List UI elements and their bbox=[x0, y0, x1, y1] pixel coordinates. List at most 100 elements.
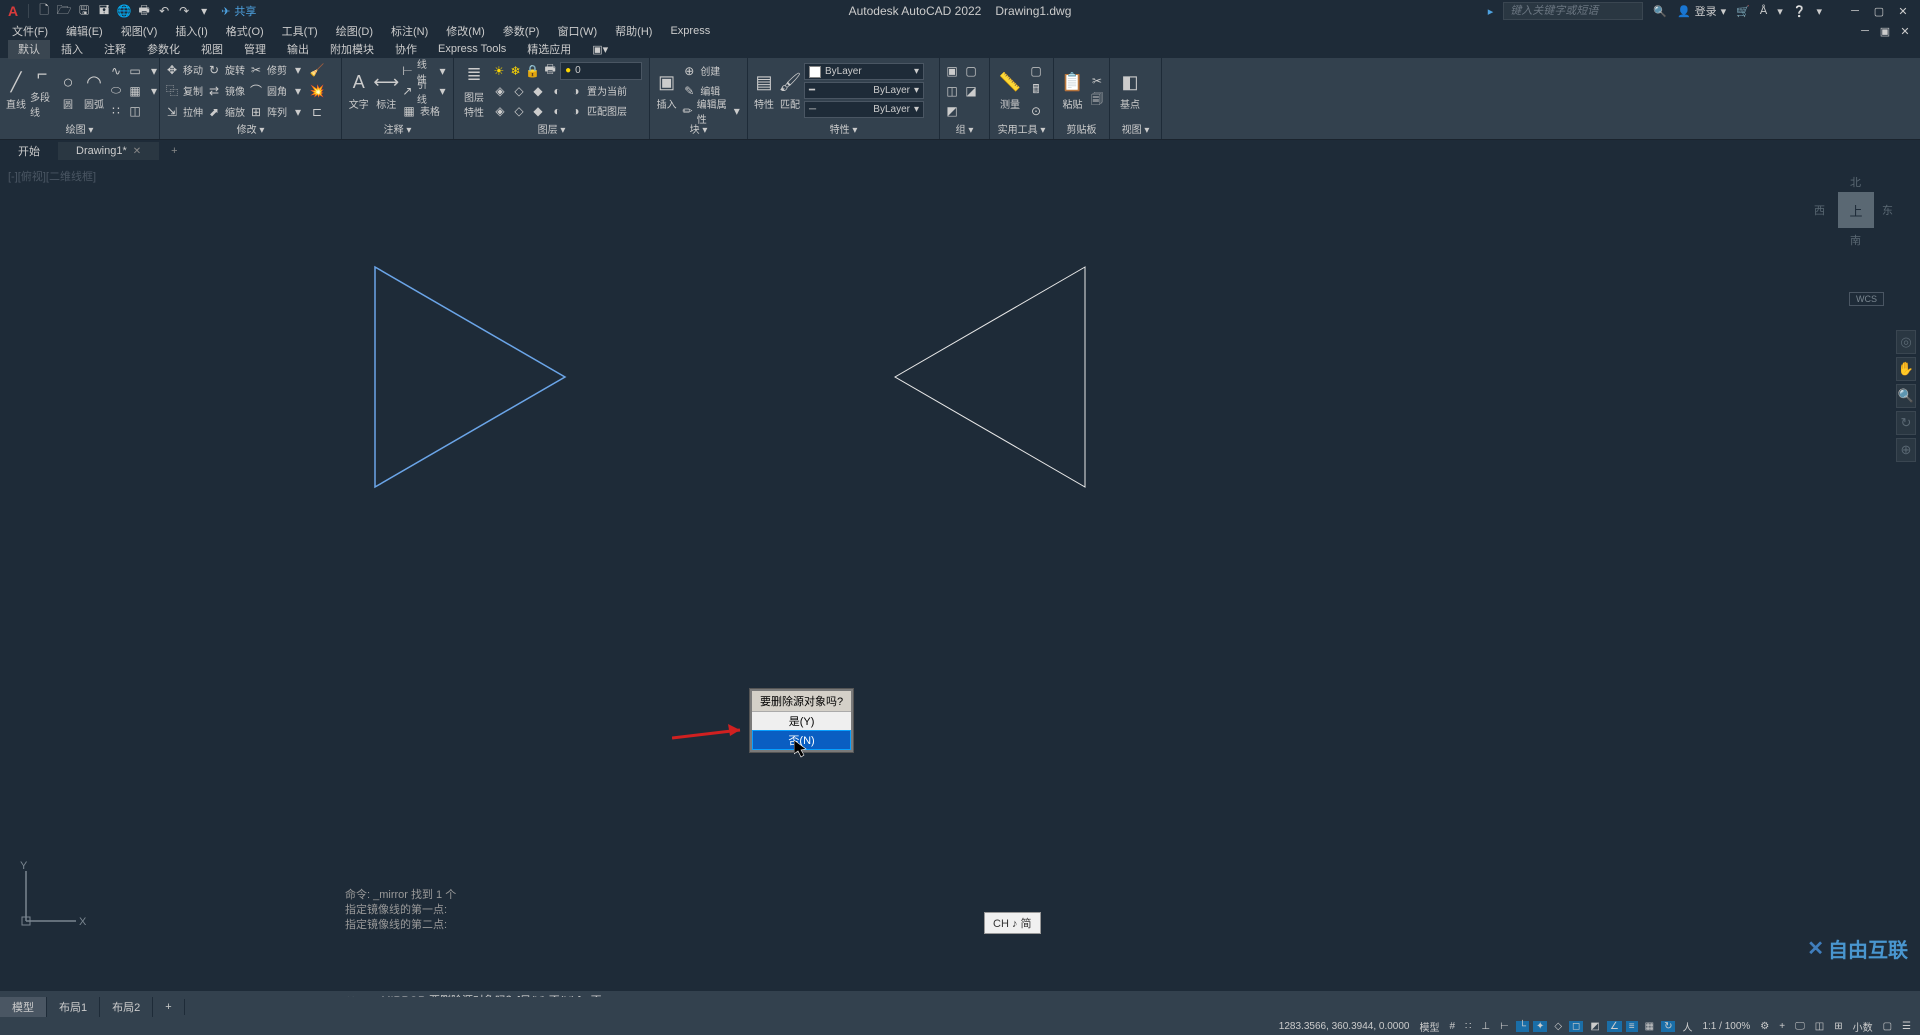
search-input[interactable]: 键入关键字或短语 bbox=[1503, 2, 1643, 20]
tab-start[interactable]: 开始 bbox=[0, 140, 58, 162]
ribbon-tab-parametric[interactable]: 参数化 bbox=[137, 39, 190, 59]
offset-icon[interactable]: ⊏ bbox=[309, 104, 325, 120]
mirror-icon[interactable]: ⇄ bbox=[206, 83, 222, 99]
nav-pan-icon[interactable]: ✋ bbox=[1896, 357, 1916, 381]
rect-icon[interactable]: ▭ bbox=[127, 63, 143, 79]
snap-icon[interactable]: ∷ bbox=[1462, 1021, 1474, 1032]
app-icon[interactable]: Å bbox=[1760, 5, 1767, 17]
sb-model[interactable]: 模型 bbox=[1416, 1019, 1442, 1034]
iso-icon[interactable]: ◇ bbox=[1551, 1021, 1565, 1032]
scale-readout[interactable]: 1:1 / 100% bbox=[1699, 1021, 1753, 1032]
layer-combo[interactable]: ●0 bbox=[560, 62, 642, 80]
dimension-button[interactable]: ⟷标注 bbox=[374, 63, 400, 119]
nav-orbit-icon[interactable]: ↻ bbox=[1896, 411, 1916, 435]
ribbon-tab-annotate[interactable]: 注释 bbox=[94, 39, 136, 59]
arc-button[interactable]: ◠圆弧 bbox=[82, 63, 106, 119]
qat-web-icon[interactable]: 🌐 bbox=[115, 2, 133, 20]
linear-icon[interactable]: ⊢ bbox=[401, 63, 414, 79]
spline-icon[interactable]: ∿ bbox=[108, 63, 124, 79]
osnap-icon[interactable]: ◻ bbox=[1569, 1021, 1583, 1032]
grid-icon[interactable]: # bbox=[1446, 1021, 1458, 1032]
measure-button[interactable]: 📏测量 bbox=[994, 63, 1026, 119]
paste-button[interactable]: 📋粘贴 bbox=[1058, 63, 1087, 119]
cart-icon[interactable]: 🛒 bbox=[1736, 5, 1750, 18]
ribbon-tab-insert[interactable]: 插入 bbox=[51, 39, 93, 59]
layer-off-icon[interactable]: ☀ bbox=[492, 63, 506, 79]
tab-drawing1[interactable]: Drawing1*✕ bbox=[58, 142, 159, 160]
linetype-combo[interactable]: ─ByLayer▾ bbox=[804, 101, 924, 118]
panel-layer-title[interactable]: 图层 ▾ bbox=[458, 121, 645, 137]
doc-close-icon[interactable]: ✕ bbox=[1896, 23, 1914, 39]
copy-icon[interactable]: ⿻ bbox=[164, 83, 180, 99]
chevron-down-icon[interactable]: ▾ bbox=[1816, 5, 1822, 18]
fillet-icon[interactable]: ⌒ bbox=[248, 83, 264, 99]
doc-restore-icon[interactable]: ▣ bbox=[1876, 23, 1894, 39]
drawing-canvas[interactable]: [-][俯视][二维线框] 北 西 东 南 上 WCS ◎ ✋ 🔍 ↻ ⊕ 要删… bbox=[0, 162, 1920, 991]
attr-icon[interactable]: ✏ bbox=[681, 103, 693, 119]
polar-icon[interactable]: ✦ bbox=[1533, 1021, 1547, 1032]
qat-dropdown-icon[interactable]: ▾ bbox=[195, 2, 213, 20]
3dosnap-icon[interactable]: ◩ bbox=[1587, 1021, 1602, 1032]
menu-draw[interactable]: 绘图(D) bbox=[336, 23, 373, 39]
panel-props-title[interactable]: 特性 ▾ bbox=[752, 121, 935, 137]
qat-saveas-icon[interactable]: 🖬 bbox=[95, 2, 113, 20]
circle-button[interactable]: ○圆 bbox=[56, 63, 80, 119]
viewcube-top[interactable]: 上 bbox=[1838, 192, 1874, 228]
tab-new[interactable]: + bbox=[159, 142, 189, 160]
login-button[interactable]: 👤 登录 ▾ bbox=[1677, 3, 1726, 19]
qat-open-icon[interactable]: 🗁 bbox=[55, 2, 73, 20]
maximize-button[interactable]: ▢ bbox=[1870, 3, 1888, 19]
layout-tab-1[interactable]: 布局1 bbox=[47, 997, 100, 1017]
edit-icon[interactable]: ✎ bbox=[681, 83, 697, 99]
qat-new-icon[interactable]: 🗋 bbox=[35, 2, 53, 20]
panel-annot-title[interactable]: 注释 ▾ bbox=[346, 121, 449, 137]
menu-format[interactable]: 格式(O) bbox=[226, 23, 264, 39]
coords[interactable]: 1283.3566, 360.3944, 0.0000 bbox=[1276, 1021, 1413, 1032]
layout-tab-add[interactable]: + bbox=[153, 999, 184, 1015]
zoom-in-icon[interactable]: + bbox=[1776, 1021, 1788, 1032]
menu-help[interactable]: 帮助(H) bbox=[615, 23, 652, 39]
polyline-button[interactable]: ⌐多段线 bbox=[30, 63, 54, 119]
menu-view[interactable]: 视图(V) bbox=[121, 23, 158, 39]
menu-tools[interactable]: 工具(T) bbox=[282, 23, 318, 39]
layer-plot-icon[interactable]: 🖶 bbox=[543, 63, 557, 79]
qat-redo-icon[interactable]: ↷ bbox=[175, 2, 193, 20]
explode-icon[interactable]: 💥 bbox=[309, 83, 325, 99]
ribbon-tab-view[interactable]: 视图 bbox=[191, 39, 233, 59]
search-trigger-icon[interactable]: ▸ bbox=[1488, 5, 1494, 18]
units-label[interactable]: 小数 bbox=[1850, 1019, 1876, 1034]
viewcube[interactable]: 北 西 东 南 上 bbox=[1820, 174, 1892, 246]
select-icon[interactable]: ▢ bbox=[1028, 63, 1044, 79]
line-button[interactable]: ╱直线 bbox=[4, 63, 28, 119]
annot-icon[interactable]: 人 bbox=[1679, 1019, 1695, 1034]
infer-icon[interactable]: ⊥ bbox=[1478, 1021, 1493, 1032]
rotate-icon[interactable]: ↻ bbox=[206, 62, 222, 78]
close-icon[interactable]: ✕ bbox=[133, 146, 141, 157]
lwt-icon[interactable]: ≡ bbox=[1626, 1021, 1638, 1032]
nav-wheel-icon[interactable]: ◎ bbox=[1896, 330, 1916, 354]
panel-view-title[interactable]: 视图 ▾ bbox=[1114, 121, 1157, 137]
ribbon-tab-default[interactable]: 默认 bbox=[8, 39, 50, 59]
help-icon[interactable]: ❔ bbox=[1793, 5, 1807, 18]
qat-print-icon[interactable]: 🖶 bbox=[135, 2, 153, 20]
prompt-option-yes[interactable]: 是(Y) bbox=[752, 712, 851, 730]
qat-undo-icon[interactable]: ↶ bbox=[155, 2, 173, 20]
panel-util-title[interactable]: 实用工具 ▾ bbox=[994, 121, 1049, 137]
ribbon-tab-featured[interactable]: 精选应用 bbox=[517, 39, 581, 59]
copy-icon[interactable]: 🗐 bbox=[1089, 93, 1105, 109]
ribbon-tab-express[interactable]: Express Tools bbox=[428, 41, 516, 57]
qat-save-icon[interactable]: 🖫 bbox=[75, 2, 93, 20]
region-icon[interactable]: ◫ bbox=[127, 103, 143, 119]
point-icon[interactable]: ∷ bbox=[108, 103, 124, 119]
setcurrent-button[interactable]: 置为当前 bbox=[587, 83, 627, 98]
panel-modify-title[interactable]: 修改 ▾ bbox=[164, 121, 337, 137]
matchlayer-button[interactable]: 匹配图层 bbox=[587, 103, 627, 118]
layer-lock-icon[interactable]: 🔒 bbox=[525, 63, 540, 79]
erase-icon[interactable]: 🧹 bbox=[309, 62, 325, 78]
menu-insert[interactable]: 插入(I) bbox=[175, 23, 207, 39]
wcs-label[interactable]: WCS bbox=[1849, 292, 1884, 306]
group-icon[interactable]: ▣ bbox=[944, 63, 960, 79]
layout-tab-model[interactable]: 模型 bbox=[0, 997, 47, 1017]
gear-icon[interactable]: ⚙ bbox=[1757, 1021, 1772, 1032]
panel-block-title[interactable]: 块 ▾ bbox=[654, 121, 743, 137]
